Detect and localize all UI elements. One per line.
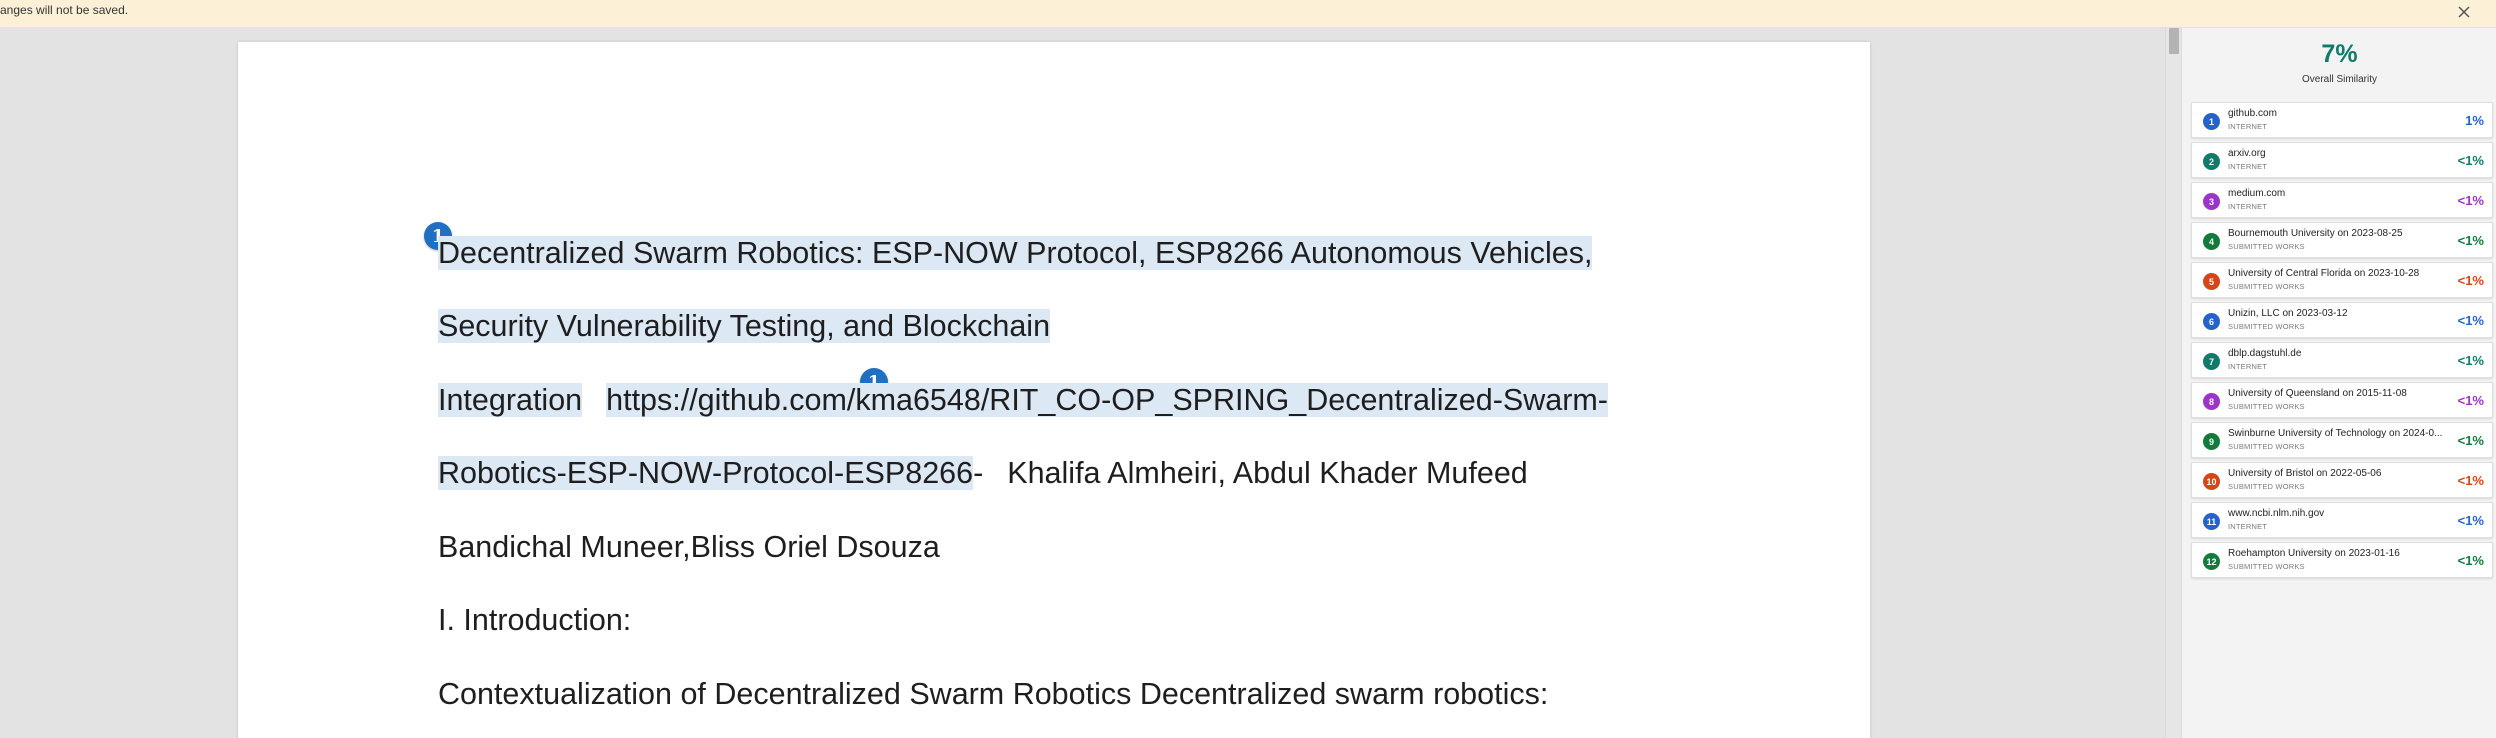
source-name: medium.com (2228, 188, 2286, 199)
source-type: INTERNET (2228, 122, 2268, 131)
source-name: github.com (2228, 108, 2277, 119)
overall-similarity-percent: 7% (2321, 40, 2358, 68)
source-name: www.ncbi.nlm.nih.gov (2228, 508, 2325, 519)
doc-title-line: Security Vulnerability Testing, and Bloc… (438, 308, 1051, 344)
source-number-badge: 4 (2203, 233, 2220, 250)
source-percent: 1% (2465, 113, 2484, 128)
source-type: SUBMITTED WORKS (2228, 442, 2305, 451)
source-percent: <1% (2457, 353, 2484, 368)
source-percent: <1% (2457, 153, 2484, 168)
source-name: University of Central Florida on 2023-10… (2228, 268, 2420, 279)
document-page: 1 1 Decentralized Swarm Robotics: ESP-NO… (238, 42, 1870, 738)
source-name: Unizin, LLC on 2023-03-12 (2228, 308, 2348, 319)
source-item[interactable]: 5 University of Central Florida on 2023-… (2191, 262, 2493, 298)
banner-message: anges will not be saved. (0, 3, 129, 17)
source-item[interactable]: 9 Swinburne University of Technology on … (2191, 422, 2493, 458)
source-percent: <1% (2457, 313, 2484, 328)
source-number-badge: 3 (2203, 193, 2220, 210)
source-percent: <1% (2457, 233, 2484, 248)
source-item[interactable]: 3 medium.com INTERNET <1% (2191, 182, 2493, 218)
source-name: arxiv.org (2228, 148, 2266, 159)
scrollbar-thumb[interactable] (2169, 28, 2179, 54)
doc-text: Khalifa Almheiri, Abdul Khader Mufeed (1007, 456, 1528, 490)
doc-title-line: Decentralized Swarm Robotics: ESP-NOW Pr… (438, 235, 1593, 271)
document-viewer[interactable]: 1 1 Decentralized Swarm Robotics: ESP-NO… (0, 28, 2165, 738)
source-number-badge: 5 (2203, 273, 2220, 290)
source-item[interactable]: 8 University of Queensland on 2015-11-08… (2191, 382, 2493, 418)
doc-authors-line: Robotics-ESP-NOW-Protocol-ESP8266- Khalif… (438, 455, 1528, 491)
doc-body-line: Contextualization of Decentralized Swarm… (438, 677, 1549, 711)
source-percent: <1% (2457, 433, 2484, 448)
highlighted-match[interactable]: Integration (438, 383, 583, 417)
source-number-badge: 11 (2203, 513, 2220, 530)
source-item[interactable]: 4 Bournemouth University on 2023-08-25 S… (2191, 222, 2493, 258)
doc-text: - (973, 456, 984, 490)
source-percent: <1% (2457, 393, 2484, 408)
source-percent: <1% (2457, 473, 2484, 488)
source-number-badge: 10 (2203, 473, 2220, 490)
source-item[interactable]: 7 dblp.dagstuhl.de INTERNET <1% (2191, 342, 2493, 378)
highlighted-match[interactable]: https://github.com/kma6548/RIT_CO-OP_SPR… (606, 383, 1608, 417)
vertical-scrollbar[interactable] (2165, 28, 2181, 738)
source-name: Bournemouth University on 2023-08-25 (2228, 228, 2403, 239)
highlighted-match[interactable]: Security Vulnerability Testing, and Bloc… (438, 309, 1051, 343)
source-type: SUBMITTED WORKS (2228, 482, 2305, 491)
source-number-badge: 12 (2203, 553, 2220, 570)
highlighted-match[interactable]: Robotics-ESP-NOW-Protocol-ESP8266 (438, 456, 974, 490)
source-number-badge: 2 (2203, 153, 2220, 170)
source-type: SUBMITTED WORKS (2228, 402, 2305, 411)
source-type: SUBMITTED WORKS (2228, 242, 2305, 251)
overall-similarity-label: Overall Similarity (2301, 74, 2377, 85)
source-number-badge: 9 (2203, 433, 2220, 450)
source-number-badge: 7 (2203, 353, 2220, 370)
source-item[interactable]: 6 Unizin, LLC on 2023-03-12 SUBMITTED WO… (2191, 302, 2493, 338)
close-icon[interactable] (2452, 0, 2476, 24)
source-type: INTERNET (2228, 522, 2268, 531)
source-item[interactable]: 1 github.com INTERNET 1% (2191, 102, 2493, 138)
doc-url-line: Integration https://github.com/kma6548/RI… (438, 382, 1608, 418)
similarity-panel: 7% Overall Similarity 1 github.com INTER… (2181, 28, 2496, 738)
source-name: University of Bristol on 2022-05-06 (2228, 468, 2382, 479)
source-type: SUBMITTED WORKS (2228, 322, 2305, 331)
source-percent: <1% (2457, 193, 2484, 208)
source-percent: <1% (2457, 273, 2484, 288)
source-type: INTERNET (2228, 202, 2268, 211)
doc-heading: I. Introduction: (438, 603, 632, 637)
source-item[interactable]: 10 University of Bristol on 2022-05-06 S… (2191, 462, 2493, 498)
source-name: Roehampton University on 2023-01-16 (2228, 548, 2400, 559)
source-percent: <1% (2457, 553, 2484, 568)
source-name: dblp.dagstuhl.de (2228, 348, 2302, 359)
unsaved-changes-banner: anges will not be saved. (0, 0, 2496, 28)
source-number-badge: 1 (2203, 113, 2220, 130)
source-name: University of Queensland on 2015-11-08 (2228, 388, 2407, 399)
source-type: SUBMITTED WORKS (2228, 562, 2305, 571)
source-item[interactable]: 12 Roehampton University on 2023-01-16 S… (2191, 542, 2493, 578)
source-item[interactable]: 2 arxiv.org INTERNET <1% (2191, 142, 2493, 178)
doc-authors-line: Bandichal Muneer,Bliss Oriel Dsouza (438, 530, 940, 564)
source-type: INTERNET (2228, 162, 2268, 171)
source-number-badge: 6 (2203, 313, 2220, 330)
source-percent: <1% (2457, 513, 2484, 528)
source-number-badge: 8 (2203, 393, 2220, 410)
source-type: SUBMITTED WORKS (2228, 282, 2305, 291)
source-name: Swinburne University of Technology on 20… (2228, 428, 2443, 439)
source-item[interactable]: 11 www.ncbi.nlm.nih.gov INTERNET <1% (2191, 502, 2493, 538)
source-type: INTERNET (2228, 362, 2268, 371)
highlighted-match[interactable]: Decentralized Swarm Robotics: ESP-NOW Pr… (438, 236, 1593, 270)
